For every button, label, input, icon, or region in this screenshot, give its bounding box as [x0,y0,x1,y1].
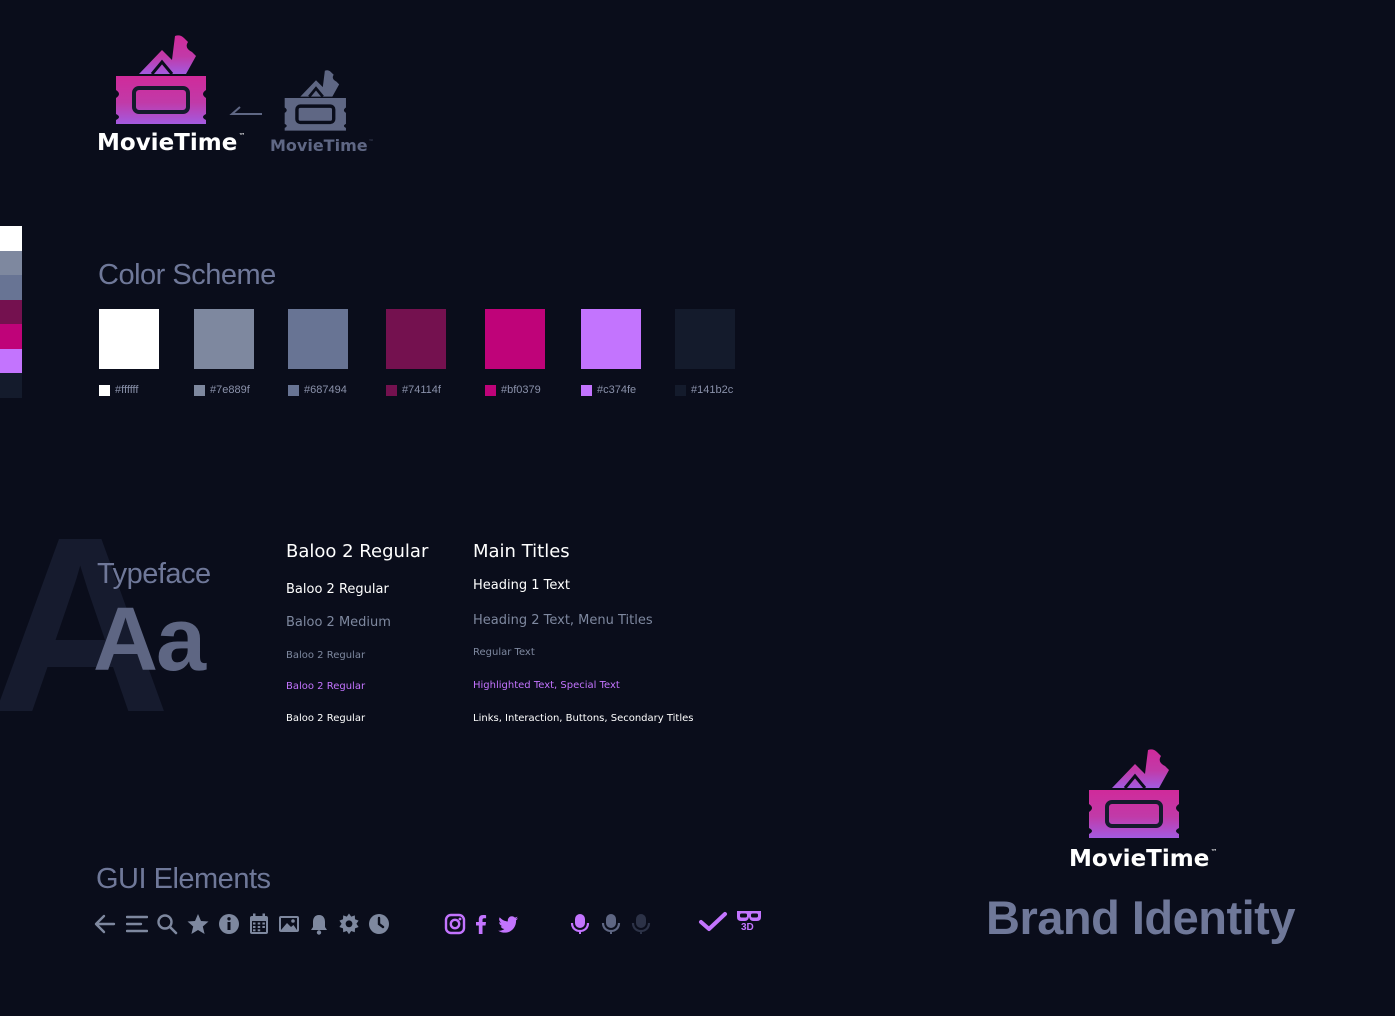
color-swatch [288,309,348,369]
color-swatch [194,309,254,369]
ticket-logo-icon [1089,749,1179,838]
color-swatch [386,309,446,369]
star-icon[interactable] [187,913,209,935]
3d-label: 3D [741,922,754,933]
clock-icon[interactable] [368,913,390,935]
usage-links: Links, Interaction, Buttons, Secondary T… [473,713,694,724]
back-arrow-icon[interactable] [94,913,116,935]
microphone-icon[interactable] [630,913,652,935]
image-icon[interactable] [278,913,300,935]
color-swatch [99,309,159,369]
color-chip [675,384,686,396]
settings-icon[interactable] [338,913,360,935]
usage-heading-2: Heading 2 Text, Menu Titles [473,613,653,628]
typeface-title: Typeface [97,558,211,590]
trademark-symbol: ™ [368,139,374,145]
bell-icon[interactable] [308,913,330,935]
color-hex-label: #ffffff [99,384,138,396]
color-hex-text: #7e889f [210,384,250,396]
calendar-icon[interactable] [248,913,270,935]
font-sample-3: Baloo 2 Medium [286,615,391,630]
arrow-left-indicator [228,104,264,123]
color-chip [288,384,299,396]
usage-regular-text: Regular Text [473,647,535,658]
color-hex-text: #74114f [402,384,441,396]
color-hex-text: #687494 [304,384,347,396]
color-hex-label: #bf0379 [485,384,541,396]
typeface-sample: Aa [93,590,206,690]
color-swatch [581,309,641,369]
color-scheme-title: Color Scheme [98,259,276,291]
color-chip [194,384,205,396]
color-strip [0,226,22,398]
color-hex-text: #bf0379 [501,384,541,396]
trademark-symbol: ™ [1210,848,1218,856]
instagram-icon[interactable] [444,913,466,935]
microphone-icon[interactable] [569,913,591,935]
color-hex-label: #687494 [288,384,347,396]
footer-logo: MovieTime™ [1068,746,1228,876]
ticket-logo-icon [116,35,206,124]
color-chip [485,384,496,396]
menu-icon[interactable] [126,913,148,935]
color-chip [99,384,110,396]
trademark-symbol: ™ [238,132,246,140]
color-swatch [675,309,735,369]
color-hex-label: #74114f [386,384,441,396]
font-sample-1: Baloo 2 Regular [286,541,429,562]
logo-wordmark: MovieTime [1069,846,1210,872]
font-sample-6: Baloo 2 Regular [286,713,366,724]
color-swatch [485,309,545,369]
logo-wordmark: MovieTime [97,130,238,156]
color-hex-label: #7e889f [194,384,250,396]
check-icon[interactable] [698,911,728,933]
facebook-icon[interactable] [470,913,492,935]
logo-wordmark-mono: MovieTime [270,136,368,155]
color-chip [386,384,397,396]
color-hex-label: #c374fe [581,384,636,396]
3d-glasses-icon[interactable]: 3D [736,909,762,937]
ticket-logo-mono-icon [284,70,346,131]
font-sample-5: Baloo 2 Regular [286,681,366,692]
color-hex-label: #141b2c [675,384,733,396]
search-icon[interactable] [156,913,178,935]
usage-highlighted-text: Highlighted Text, Special Text [473,680,620,691]
font-sample-2: Baloo 2 Regular [286,582,389,597]
secondary-logo: MovieTime™ [270,68,380,164]
usage-main-titles: Main Titles [473,541,570,562]
info-icon[interactable] [218,913,240,935]
gui-elements-title: GUI Elements [96,863,271,895]
microphone-icon[interactable] [600,913,622,935]
color-chip [581,384,592,396]
brand-identity-title: Brand Identity [986,891,1295,944]
primary-logo: MovieTime™ [96,32,245,162]
color-hex-text: #c374fe [597,384,637,396]
color-hex-text: #141b2c [691,384,734,396]
font-sample-4: Baloo 2 Regular [286,650,366,661]
long-arrow-icon [229,106,262,115]
color-hex-text: #ffffff [115,384,139,396]
usage-heading-1: Heading 1 Text [473,578,570,593]
twitter-icon[interactable] [497,913,519,935]
